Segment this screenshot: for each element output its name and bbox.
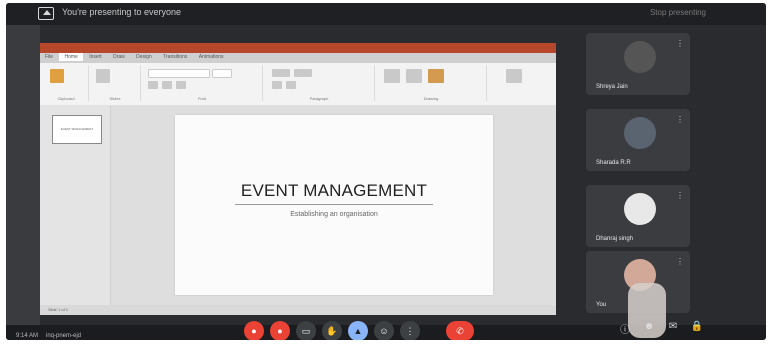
present-now-icon[interactable]: ▲ bbox=[348, 321, 368, 340]
slide-subtitle: Establishing an organisation bbox=[290, 211, 378, 218]
tab-file[interactable]: File bbox=[40, 53, 58, 61]
meeting-time: 9:14 AM bbox=[16, 333, 39, 339]
people-icon[interactable]: ☻ bbox=[642, 321, 656, 337]
avatar bbox=[624, 193, 656, 225]
group-slides-label: Slides bbox=[109, 96, 121, 101]
participant-name: Shreya Jain bbox=[596, 84, 628, 90]
font-name-select[interactable] bbox=[148, 69, 210, 78]
group-clipboard-label: Clipboard bbox=[57, 96, 75, 101]
slide-status: Slide 1 of 1 bbox=[48, 307, 69, 312]
presenting-banner: You're presenting to everyone Stop prese… bbox=[6, 3, 766, 25]
end-call-button[interactable]: ✆ bbox=[446, 321, 474, 340]
group-slides: Slides bbox=[90, 65, 141, 101]
present-screen-icon bbox=[38, 7, 54, 20]
group-drawing-label: Drawing bbox=[423, 96, 439, 101]
captions-icon[interactable]: ▭ bbox=[296, 321, 316, 340]
tab-design[interactable]: Design bbox=[131, 53, 157, 61]
bullets-icon[interactable] bbox=[272, 69, 290, 77]
tab-insert[interactable]: Insert bbox=[84, 53, 107, 61]
tab-home[interactable]: Home bbox=[59, 53, 83, 61]
more-options-icon[interactable]: ⋮ bbox=[676, 191, 684, 200]
raise-hand-icon[interactable]: ✋ bbox=[322, 321, 342, 340]
slide-thumbnails: EVENT MANAGEMENT bbox=[40, 105, 111, 305]
slide-title: EVENT MANAGEMENT bbox=[240, 181, 428, 200]
group-paragraph: Paragraph bbox=[264, 65, 375, 101]
left-edge bbox=[6, 25, 40, 325]
slide-canvas: EVENT MANAGEMENT Establishing an organis… bbox=[111, 105, 556, 305]
group-paragraph-label: Paragraph bbox=[309, 96, 329, 101]
group-font-label: Font bbox=[197, 96, 206, 101]
bold-icon[interactable] bbox=[148, 81, 158, 89]
lock-icon[interactable]: 🔒 bbox=[690, 321, 704, 337]
stop-presenting-button[interactable]: Stop presenting bbox=[650, 8, 706, 17]
quick-styles-icon[interactable] bbox=[428, 69, 444, 83]
camera-off-icon[interactable]: ● bbox=[270, 321, 290, 340]
more-options-icon[interactable]: ⋮ bbox=[400, 321, 420, 340]
participant-name: Dhanraj singh bbox=[596, 236, 634, 242]
participant-tile-2[interactable]: ⋮ Sharada R.R bbox=[586, 109, 690, 171]
meeting-code: inq-pnem-ejd bbox=[46, 333, 82, 339]
participant-name: Sharada R.R bbox=[596, 160, 631, 166]
arrange-icon[interactable] bbox=[406, 69, 422, 83]
ribbon: Clipboard Slides Font Paragraph Drawing bbox=[40, 63, 556, 106]
tab-draw[interactable]: Draw bbox=[108, 53, 130, 61]
numbering-icon[interactable] bbox=[294, 69, 312, 77]
mic-off-icon[interactable]: ● bbox=[244, 321, 264, 340]
reactions-icon[interactable]: ☺ bbox=[374, 321, 394, 340]
banner-text: You're presenting to everyone bbox=[62, 7, 181, 17]
chat-icon[interactable]: ✉ bbox=[666, 321, 680, 337]
group-drawing: Drawing bbox=[376, 65, 487, 101]
more-options-icon[interactable]: ⋮ bbox=[676, 257, 684, 266]
ppt-title-bar bbox=[40, 43, 556, 53]
design-ideas-icon[interactable] bbox=[506, 69, 522, 83]
tab-transitions[interactable]: Transitions bbox=[158, 53, 192, 61]
participant-tile-3[interactable]: ⋮ Dhanraj singh bbox=[586, 185, 690, 247]
underline-icon[interactable] bbox=[176, 81, 186, 89]
align-left-icon[interactable] bbox=[272, 81, 282, 89]
shapes-icon[interactable] bbox=[384, 69, 400, 83]
avatar bbox=[624, 41, 656, 73]
more-options-icon[interactable]: ⋮ bbox=[676, 39, 684, 48]
current-slide[interactable]: EVENT MANAGEMENT Establishing an organis… bbox=[175, 115, 493, 295]
group-font: Font bbox=[142, 65, 263, 101]
new-slide-icon[interactable] bbox=[96, 69, 110, 83]
slide-thumbnail-1[interactable]: EVENT MANAGEMENT bbox=[52, 115, 102, 144]
group-designer bbox=[490, 65, 540, 101]
font-size-select[interactable] bbox=[212, 69, 232, 78]
tab-animations[interactable]: Animations bbox=[194, 53, 229, 61]
align-center-icon[interactable] bbox=[286, 81, 296, 89]
meeting-screen: You're presenting to everyone Stop prese… bbox=[6, 3, 766, 340]
info-icon[interactable]: ⓘ bbox=[618, 321, 632, 337]
powerpoint-window: File Home Insert Draw Design Transitions… bbox=[40, 43, 556, 315]
paste-icon[interactable] bbox=[50, 69, 64, 83]
avatar bbox=[624, 117, 656, 149]
participant-tile-1[interactable]: ⋮ Shreya Jain bbox=[586, 33, 690, 95]
ribbon-tabs: File Home Insert Draw Design Transitions… bbox=[40, 53, 556, 63]
group-clipboard: Clipboard bbox=[44, 65, 89, 101]
participant-name: You bbox=[596, 302, 607, 308]
title-divider bbox=[235, 204, 433, 205]
more-options-icon[interactable]: ⋮ bbox=[676, 115, 684, 124]
ppt-status-bar: Slide 1 of 1 bbox=[40, 305, 556, 315]
italic-icon[interactable] bbox=[162, 81, 172, 89]
